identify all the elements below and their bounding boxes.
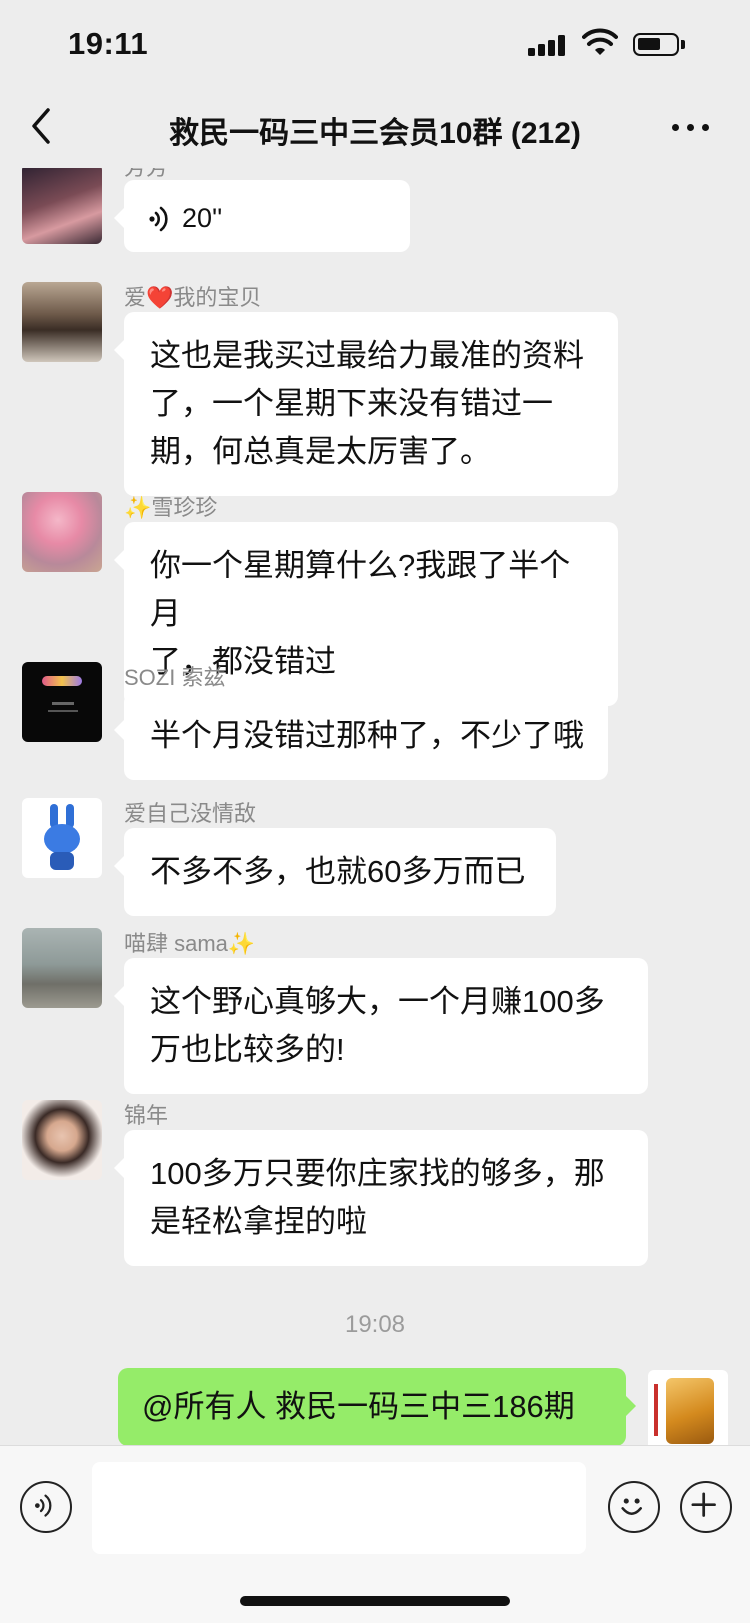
avatar[interactable] (22, 928, 102, 1008)
voice-playback-icon (149, 206, 168, 232)
message-line: 是轻松拿捏的啦 (150, 1204, 367, 1239)
sender-name: ✨雪珍珍 (124, 495, 218, 520)
emoji-icon (621, 1498, 642, 1515)
message-line: 这个野心真够大，一个月赚100多 (150, 984, 605, 1019)
message-line: 你一个星期算什么?我跟了半个月 (150, 548, 571, 631)
avatar[interactable] (22, 1100, 102, 1180)
avatar[interactable] (648, 1370, 728, 1445)
chat-area[interactable]: 芳芳 20'' 爱❤️我的宝贝 这也是我买过最给力最准的资料 了，一个星期下来没… (0, 168, 750, 1445)
text-message-bubble[interactable]: 这个野心真够大，一个月赚100多 万也比较多的! (114, 958, 648, 1094)
more-dots-icon[interactable] (672, 122, 712, 134)
status-time: 19:11 (68, 26, 149, 61)
sender-name: 锦年 (124, 1103, 169, 1128)
avatar[interactable] (22, 492, 102, 572)
message-line: 不多不多，也就60多万而已 (150, 854, 526, 889)
sender-name: 喵肆 sama✨ (124, 931, 256, 956)
message-line: 了，一个星期下来没有错过一 (150, 386, 553, 421)
status-bar: 19:11 (0, 0, 750, 92)
voice-input-button[interactable] (20, 1481, 72, 1533)
message-line: 万也比较多的! (150, 1032, 345, 1067)
sender-name: SOZI 索兹 (124, 665, 226, 690)
text-message-bubble[interactable]: 半个月没错过那种了，不少了哦 (114, 692, 608, 780)
outgoing-message: @所有人 救民一码三中三186期 (0, 1368, 750, 1445)
chevron-left-icon[interactable] (26, 106, 56, 146)
message-line: 这也是我买过最给力最准的资料 (150, 338, 584, 373)
avatar[interactable] (22, 282, 102, 362)
wifi-icon (582, 28, 618, 55)
message-line: 半个月没错过那种了，不少了哦 (150, 718, 584, 753)
sender-name: 爱❤️我的宝贝 (124, 285, 262, 310)
message-line: 100多万只要你庄家找的够多，那 (150, 1156, 605, 1191)
voice-icon (35, 1494, 52, 1517)
emoji-button[interactable] (608, 1481, 660, 1533)
outgoing-message-bubble[interactable]: @所有人 救民一码三中三186期 (118, 1368, 636, 1445)
battery-icon (633, 33, 679, 56)
more-functions-button[interactable] (680, 1481, 732, 1533)
sender-name: 爱自己没情敌 (124, 801, 257, 826)
chat-title: 救民一码三中三会员10群 (212) (169, 117, 581, 150)
text-message-bubble[interactable]: 这也是我买过最给力最准的资料 了，一个星期下来没有错过一 期，何总真是太厉害了。 (114, 312, 618, 496)
voice-message-bubble[interactable]: 20'' (114, 180, 410, 252)
message-line: 期，何总真是太厉害了。 (150, 434, 491, 469)
text-message-bubble[interactable]: 不多不多，也就60多万而已 (114, 828, 556, 916)
avatar[interactable] (22, 662, 102, 742)
timestamp: 19:08 (344, 1311, 406, 1338)
plus-icon (691, 1492, 716, 1517)
home-indicator[interactable] (240, 1596, 510, 1606)
nav-bar: 救民一码三中三会员10群 (212) (0, 92, 750, 168)
battery-tip (681, 40, 685, 49)
text-message-bubble[interactable]: 100多万只要你庄家找的够多，那 是轻松拿捏的啦 (114, 1130, 648, 1266)
message-input[interactable] (92, 1462, 586, 1554)
avatar[interactable] (22, 168, 102, 244)
avatar[interactable] (22, 798, 102, 878)
voice-duration: 20'' (182, 203, 223, 233)
cellular-signal-icon (528, 34, 568, 56)
